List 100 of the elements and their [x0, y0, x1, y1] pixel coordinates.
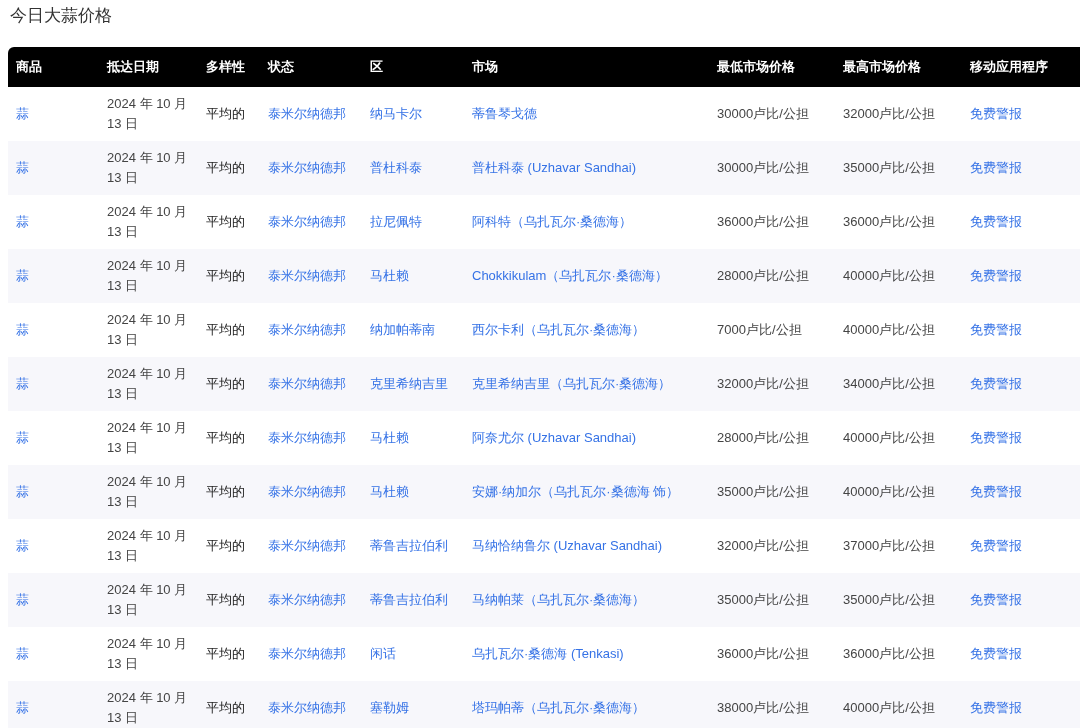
market-link[interactable]: Chokkikulam（乌扎瓦尔·桑德海）	[472, 268, 668, 283]
market-link[interactable]: 塔玛帕蒂（乌扎瓦尔·桑德海）	[472, 700, 646, 715]
min-price: 32000卢比/公担	[717, 538, 809, 553]
market-link[interactable]: 克里希纳吉里（乌扎瓦尔·桑德海）	[472, 376, 672, 391]
arrival-date: 2024 年 10 月 13 日	[107, 689, 189, 727]
commodity-link[interactable]: 蒜	[16, 700, 29, 715]
variety-text: 平均的	[206, 214, 245, 229]
market-link[interactable]: 阿奈尤尔 (Uzhavar Sandhai)	[472, 430, 636, 445]
state-link[interactable]: 泰米尔纳德邦	[268, 430, 346, 445]
column-header: 最高市场价格	[835, 47, 962, 87]
commodity-link[interactable]: 蒜	[16, 268, 29, 283]
alert-link[interactable]: 免费警报	[970, 214, 1022, 229]
state-link[interactable]: 泰米尔纳德邦	[268, 214, 346, 229]
max-price: 40000卢比/公担	[843, 484, 935, 499]
arrival-date: 2024 年 10 月 13 日	[107, 419, 189, 457]
alert-link[interactable]: 免费警报	[970, 538, 1022, 553]
alert-link[interactable]: 免费警报	[970, 268, 1022, 283]
market-link[interactable]: 阿科特（乌扎瓦尔·桑德海）	[472, 214, 633, 229]
district-link[interactable]: 纳马卡尔	[370, 106, 422, 121]
min-price: 30000卢比/公担	[717, 160, 809, 175]
alert-link[interactable]: 免费警报	[970, 430, 1022, 445]
commodity-link[interactable]: 蒜	[16, 322, 29, 337]
district-link[interactable]: 蒂鲁吉拉伯利	[370, 592, 448, 607]
column-header: 状态	[260, 47, 362, 87]
market-link[interactable]: 安娜·纳加尔（乌扎瓦尔·桑德海 饰）	[472, 484, 680, 499]
market-link[interactable]: 马纳恰纳鲁尔 (Uzhavar Sandhai)	[472, 538, 662, 553]
variety-text: 平均的	[206, 322, 245, 337]
max-price: 32000卢比/公担	[843, 106, 935, 121]
district-link[interactable]: 马杜赖	[370, 484, 409, 499]
arrival-date: 2024 年 10 月 13 日	[107, 257, 189, 295]
arrival-date: 2024 年 10 月 13 日	[107, 95, 189, 133]
variety-text: 平均的	[206, 106, 245, 121]
market-link[interactable]: 蒂鲁琴戈德	[472, 106, 537, 121]
column-header: 市场	[464, 47, 709, 87]
commodity-link[interactable]: 蒜	[16, 106, 29, 121]
alert-link[interactable]: 免费警报	[970, 700, 1022, 715]
market-link[interactable]: 普杜科泰 (Uzhavar Sandhai)	[472, 160, 636, 175]
variety-text: 平均的	[206, 160, 245, 175]
arrival-date: 2024 年 10 月 13 日	[107, 527, 189, 565]
max-price: 35000卢比/公担	[843, 160, 935, 175]
district-link[interactable]: 闲话	[370, 646, 396, 661]
arrival-date: 2024 年 10 月 13 日	[107, 365, 189, 403]
alert-link[interactable]: 免费警报	[970, 106, 1022, 121]
state-link[interactable]: 泰米尔纳德邦	[268, 538, 346, 553]
district-link[interactable]: 纳加帕蒂南	[370, 322, 435, 337]
market-link[interactable]: 西尔卡利（乌扎瓦尔·桑德海）	[472, 322, 646, 337]
max-price: 36000卢比/公担	[843, 646, 935, 661]
state-link[interactable]: 泰米尔纳德邦	[268, 322, 346, 337]
alert-link[interactable]: 免费警报	[970, 484, 1022, 499]
max-price: 40000卢比/公担	[843, 322, 935, 337]
min-price: 28000卢比/公担	[717, 430, 809, 445]
commodity-link[interactable]: 蒜	[16, 214, 29, 229]
column-header: 商品	[8, 47, 99, 87]
alert-link[interactable]: 免费警报	[970, 322, 1022, 337]
commodity-link[interactable]: 蒜	[16, 484, 29, 499]
min-price: 36000卢比/公担	[717, 646, 809, 661]
column-header: 最低市场价格	[709, 47, 835, 87]
commodity-link[interactable]: 蒜	[16, 592, 29, 607]
variety-text: 平均的	[206, 646, 245, 661]
arrival-date: 2024 年 10 月 13 日	[107, 473, 189, 511]
alert-link[interactable]: 免费警报	[970, 160, 1022, 175]
commodity-link[interactable]: 蒜	[16, 430, 29, 445]
commodity-link[interactable]: 蒜	[16, 538, 29, 553]
variety-text: 平均的	[206, 700, 245, 715]
alert-link[interactable]: 免费警报	[970, 646, 1022, 661]
state-link[interactable]: 泰米尔纳德邦	[268, 376, 346, 391]
min-price: 35000卢比/公担	[717, 484, 809, 499]
district-link[interactable]: 塞勒姆	[370, 700, 409, 715]
district-link[interactable]: 蒂鲁吉拉伯利	[370, 538, 448, 553]
max-price: 40000卢比/公担	[843, 430, 935, 445]
commodity-link[interactable]: 蒜	[16, 160, 29, 175]
state-link[interactable]: 泰米尔纳德邦	[268, 646, 346, 661]
state-link[interactable]: 泰米尔纳德邦	[268, 160, 346, 175]
min-price: 35000卢比/公担	[717, 592, 809, 607]
variety-text: 平均的	[206, 268, 245, 283]
commodity-link[interactable]: 蒜	[16, 376, 29, 391]
district-link[interactable]: 马杜赖	[370, 268, 409, 283]
variety-text: 平均的	[206, 376, 245, 391]
state-link[interactable]: 泰米尔纳德邦	[268, 268, 346, 283]
market-link[interactable]: 乌扎瓦尔·桑德海 (Tenkasi)	[472, 646, 624, 661]
district-link[interactable]: 克里希纳吉里	[370, 376, 448, 391]
district-link[interactable]: 普杜科泰	[370, 160, 422, 175]
alert-link[interactable]: 免费警报	[970, 376, 1022, 391]
state-link[interactable]: 泰米尔纳德邦	[268, 484, 346, 499]
column-header: 区	[362, 47, 464, 87]
variety-text: 平均的	[206, 430, 245, 445]
arrival-date: 2024 年 10 月 13 日	[107, 311, 189, 349]
min-price: 32000卢比/公担	[717, 376, 809, 391]
state-link[interactable]: 泰米尔纳德邦	[268, 106, 346, 121]
min-price: 36000卢比/公担	[717, 214, 809, 229]
variety-text: 平均的	[206, 592, 245, 607]
district-link[interactable]: 马杜赖	[370, 430, 409, 445]
commodity-link[interactable]: 蒜	[16, 646, 29, 661]
page-title: 今日大蒜价格	[9, 5, 113, 27]
market-link[interactable]: 马纳帕莱（乌扎瓦尔·桑德海）	[472, 592, 646, 607]
state-link[interactable]: 泰米尔纳德邦	[268, 700, 346, 715]
state-link[interactable]: 泰米尔纳德邦	[268, 592, 346, 607]
max-price: 40000卢比/公担	[843, 268, 935, 283]
alert-link[interactable]: 免费警报	[970, 592, 1022, 607]
district-link[interactable]: 拉尼佩特	[370, 214, 422, 229]
